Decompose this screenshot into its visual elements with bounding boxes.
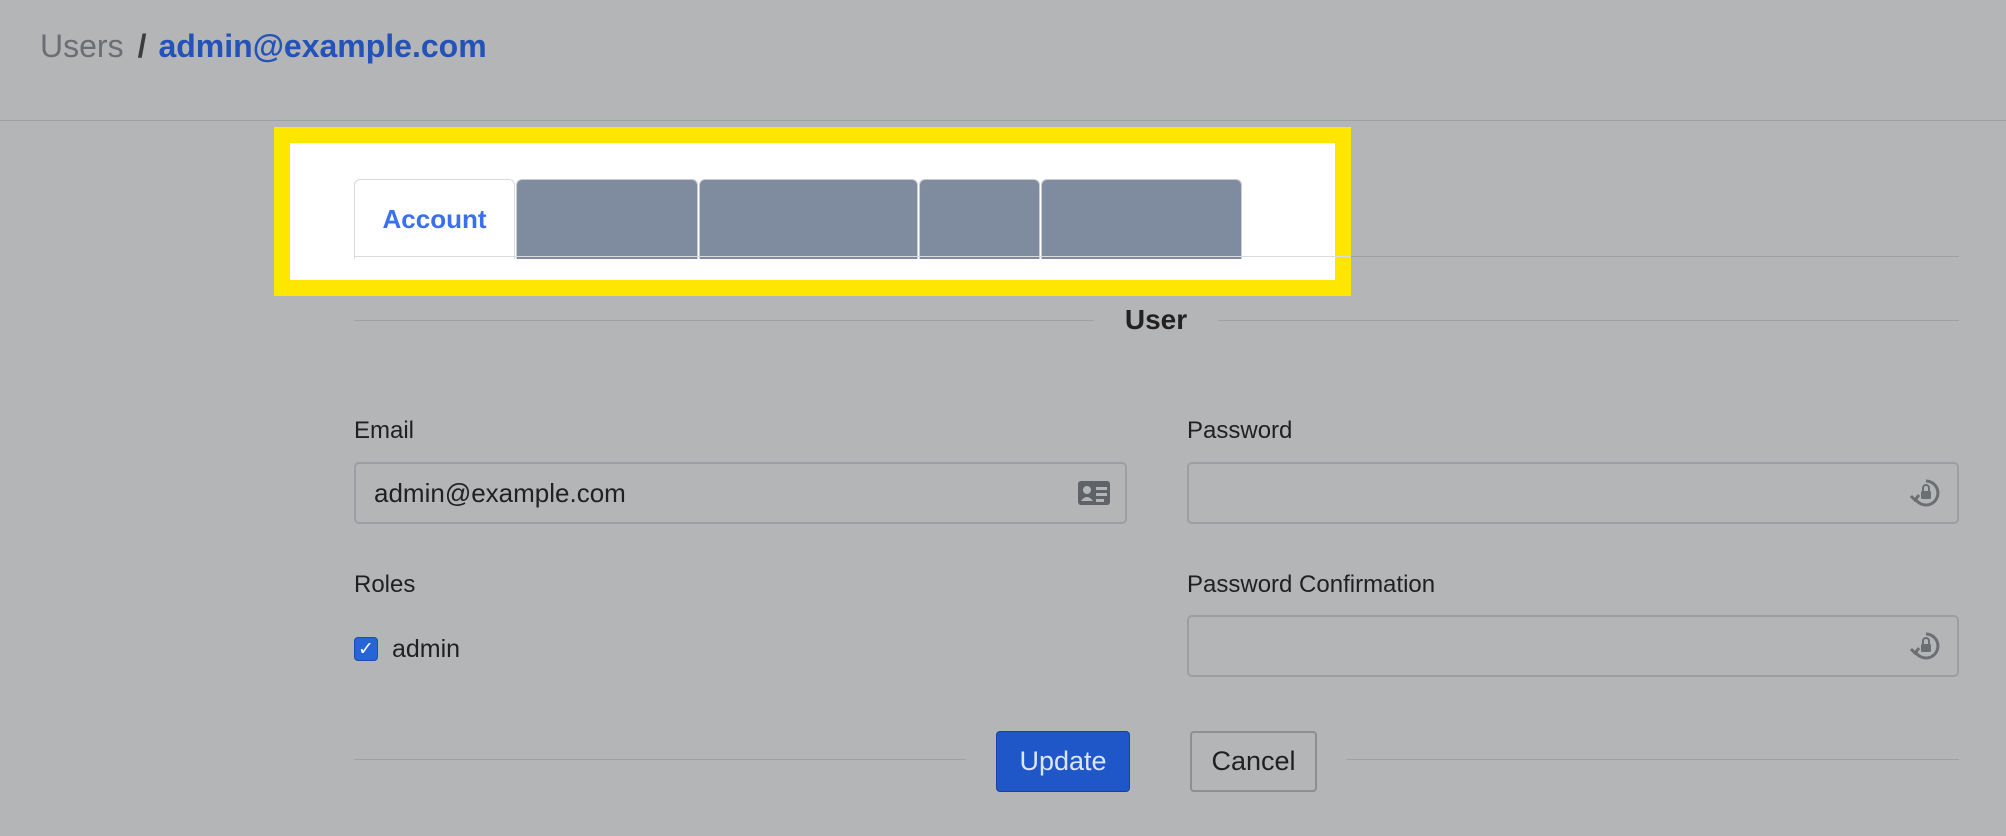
tab-bar: Account [354, 179, 1242, 259]
password-label: Password [1187, 417, 1293, 444]
page-header: Users / admin@example.com [0, 0, 2006, 121]
password-confirmation-field[interactable] [1187, 615, 1959, 677]
breadcrumb: Users / admin@example.com [40, 26, 487, 66]
tab-5[interactable] [1041, 179, 1242, 259]
password-confirmation-label: Password Confirmation [1187, 571, 1436, 598]
email-field[interactable] [354, 462, 1127, 524]
cancel-button[interactable]: Cancel [1190, 731, 1317, 792]
section-title: User [1124, 304, 1188, 335]
password-confirmation-input[interactable] [1207, 617, 1885, 675]
password-input[interactable] [1207, 464, 1885, 522]
email-input[interactable] [374, 464, 1053, 522]
breadcrumb-users-link[interactable]: Users [40, 28, 124, 64]
tab-4[interactable] [919, 179, 1040, 259]
actions-divider-left [354, 759, 966, 760]
breadcrumb-current: admin@example.com [158, 28, 487, 64]
password-field[interactable] [1187, 462, 1959, 524]
tab-account[interactable]: Account [354, 179, 515, 259]
role-admin-label[interactable]: admin [392, 633, 460, 665]
tab-3[interactable] [699, 179, 918, 259]
breadcrumb-separator: / [137, 28, 147, 64]
roles-label: Roles [354, 571, 416, 598]
actions-divider-right [1347, 759, 1959, 760]
lock-reset-icon [1909, 479, 1940, 507]
section-divider-left [354, 320, 1094, 321]
user-edit-page: Users / admin@example.com Account User Ema… [0, 0, 2006, 836]
tab-2[interactable] [516, 179, 698, 259]
tab-divider [354, 256, 1351, 257]
lock-reset-icon [1909, 632, 1940, 660]
tab-divider-extension [1351, 256, 1959, 257]
checkmark-icon: ✓ [358, 638, 374, 660]
section-divider-right [1218, 320, 1959, 321]
email-label: Email [354, 417, 415, 444]
id-card-icon [1078, 481, 1110, 505]
update-button[interactable]: Update [996, 731, 1130, 792]
role-admin-checkbox[interactable]: ✓ [354, 637, 378, 661]
